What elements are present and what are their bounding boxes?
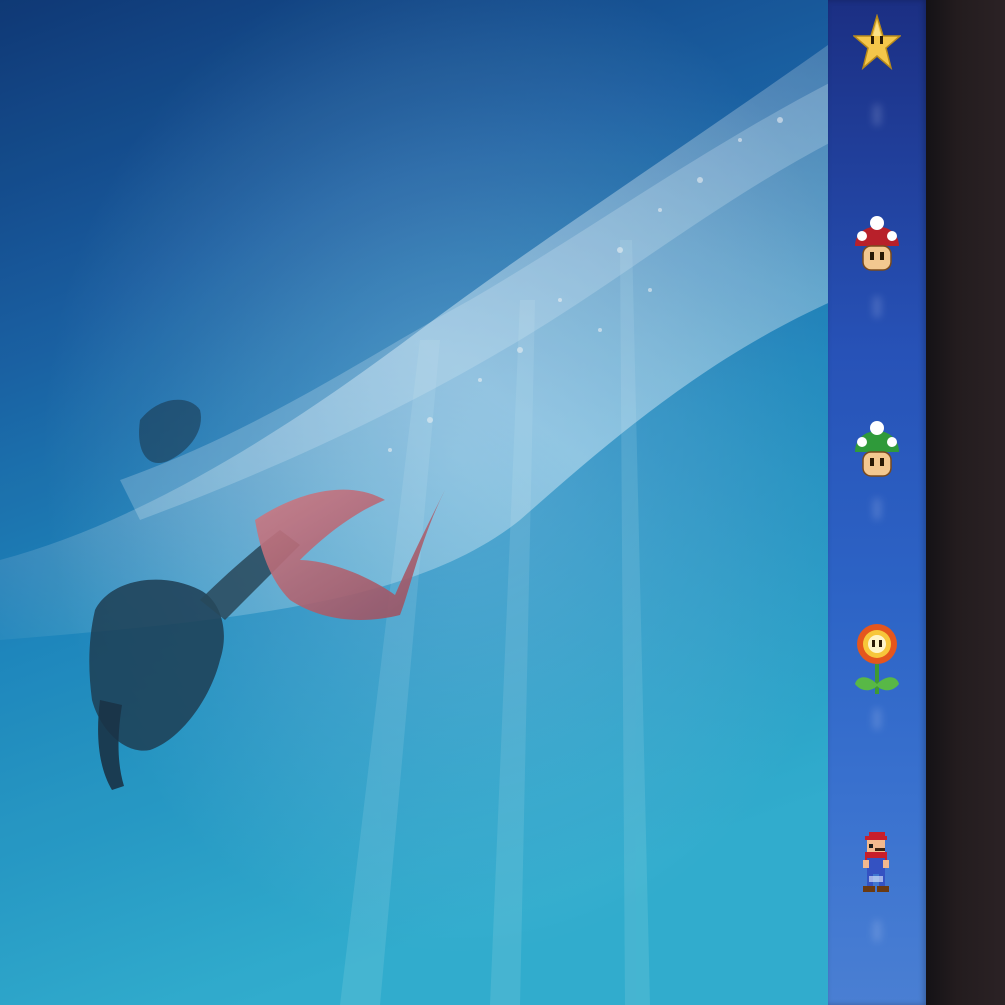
dock-item-mario[interactable] xyxy=(839,830,915,942)
dock-item-green-mushroom[interactable] xyxy=(839,408,915,520)
dock-item-label xyxy=(873,104,881,126)
red-mushroom-icon[interactable] xyxy=(851,206,903,290)
dock-item-red-mushroom[interactable] xyxy=(839,206,915,318)
star-icon[interactable] xyxy=(851,14,903,98)
dock-item-label xyxy=(873,920,881,942)
dock-item-label xyxy=(873,296,881,318)
dock-sidebar xyxy=(828,0,926,1005)
dock-item-star[interactable] xyxy=(839,14,915,126)
dock-item-label xyxy=(873,498,881,520)
underwater-wallpaper-image xyxy=(0,0,835,1005)
mario-icon[interactable] xyxy=(851,830,903,914)
desktop-screen xyxy=(0,0,1005,1005)
dock-item-fire-flower[interactable] xyxy=(839,618,915,730)
dock-item-label xyxy=(873,708,881,730)
desktop-wallpaper xyxy=(0,0,835,1005)
fire-flower-icon[interactable] xyxy=(851,618,903,702)
monitor-bezel xyxy=(926,0,1005,1005)
green-mushroom-icon[interactable] xyxy=(851,408,903,492)
